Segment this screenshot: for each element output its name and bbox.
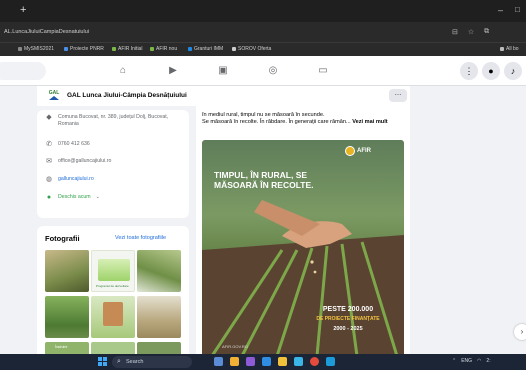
minimize-icon[interactable]: – xyxy=(498,5,503,15)
gaming-icon[interactable]: ▭ xyxy=(316,64,330,78)
photo-thumbnail[interactable] xyxy=(45,250,89,292)
edge-icon[interactable] xyxy=(262,357,271,366)
post-image[interactable]: AFIR Timpul, în rural, se măsoară în rec… xyxy=(202,140,404,356)
bookmark-item[interactable]: AFIR nou xyxy=(150,46,177,52)
email-text[interactable]: office@galluncajiului.ro xyxy=(58,158,111,165)
menu-grid-icon[interactable]: ⋮ xyxy=(460,62,478,80)
bookmark-item[interactable]: SOROV Oferta xyxy=(232,46,271,52)
wifi-icon[interactable]: ◠ xyxy=(477,358,481,364)
notifications-icon[interactable]: ♪ xyxy=(504,62,522,80)
hours-status[interactable]: Deschis acum xyxy=(58,194,91,201)
location-icon: ◆ xyxy=(46,114,52,121)
phone-row: ✆ 0760 412 636 xyxy=(45,141,90,149)
address-bar[interactable]: AL.LuncaJiuluiCampiaDesnatuiului ⊟ ☆ ⧉ xyxy=(0,22,526,42)
bookmark-item[interactable]: MySMIS2021 xyxy=(18,46,54,52)
store-icon[interactable] xyxy=(294,357,303,366)
photo-caption: Înșiruire xyxy=(55,345,68,349)
address-text: Comuna Bucovat, nr. 389, județul Dolj, B… xyxy=(58,114,169,127)
post-text-line: în mediul rural, timpul nu se măsoară în… xyxy=(202,112,325,118)
messenger-icon[interactable]: ● xyxy=(482,62,500,80)
app-icon[interactable] xyxy=(246,357,255,366)
photo-thumbnail[interactable] xyxy=(137,296,181,338)
page-name[interactable]: GAL Lunca Jiului-Câmpia Desnățuiului xyxy=(67,92,187,99)
url-text[interactable]: AL.LuncaJiuluiCampiaDesnatuiului xyxy=(4,29,89,35)
clock-icon: ● xyxy=(46,194,52,201)
afir-brand: AFIR xyxy=(357,148,371,154)
bookmarks-bar: MySMIS2021 Proiecte PNRR AFIR Initial AF… xyxy=(0,42,526,56)
page-logo[interactable]: GAL xyxy=(47,88,61,102)
chevron-down-icon[interactable]: ⌄ xyxy=(96,194,100,201)
browser-tab-bar: + – □ xyxy=(0,0,526,22)
bookmark-item[interactable]: AFIR Initial xyxy=(112,46,142,52)
bookmark-item[interactable]: Granturi IMM xyxy=(188,46,223,52)
page-header: GAL GAL Lunca Jiului-Câmpia Desnățuiului… xyxy=(37,86,410,106)
clock-text[interactable]: 2: xyxy=(486,358,490,364)
post-image-stat-label: DE PROIECTE FINANȚATE xyxy=(316,316,380,322)
svg-text:GAL: GAL xyxy=(49,90,60,96)
globe-icon: ◍ xyxy=(45,176,53,183)
windows-start-icon[interactable] xyxy=(98,357,108,367)
groups-icon[interactable]: ◎ xyxy=(266,64,280,78)
see-all-photos-link[interactable]: Vezi toate fotografiile xyxy=(115,235,166,241)
photos-title: Fotografii xyxy=(45,234,80,243)
app-icon[interactable] xyxy=(326,357,335,366)
maximize-icon[interactable]: □ xyxy=(515,5,520,14)
email-icon: ✉ xyxy=(46,158,52,165)
website-link[interactable]: galluncajiului.ro xyxy=(58,176,94,183)
photo-thumbnail[interactable] xyxy=(45,296,89,338)
facebook-search[interactable] xyxy=(0,62,46,80)
star-icon[interactable]: ☆ xyxy=(468,28,474,36)
taskbar-search[interactable]: Search xyxy=(112,356,192,368)
windows-taskbar: Search ⌃ ENG ◠ 2: xyxy=(0,354,526,370)
post-image-headline: Timpul, în rural, se măsoară în recolte. xyxy=(214,170,314,190)
chevron-up-icon[interactable]: ⌃ xyxy=(452,358,456,364)
phone-icon: ✆ xyxy=(46,141,52,148)
more-options-button[interactable]: … xyxy=(389,89,407,102)
post-text: în mediul rural, timpul nu se măsoară în… xyxy=(202,112,402,126)
facebook-nav: ⌂ ▶ ▣ ◎ ▭ ⋮ ● ♪ xyxy=(0,56,526,86)
photo-thumbnail[interactable] xyxy=(137,250,181,292)
intro-card: ◆ Comuna Bucovat, nr. 389, județul Dolj,… xyxy=(37,110,189,218)
chrome-icon[interactable] xyxy=(310,357,319,366)
see-more-link[interactable]: Vezi mai mult xyxy=(352,119,387,125)
photo-thumbnail-caption: Programul de dezvoltare xyxy=(96,284,129,288)
chevron-right-icon[interactable]: › xyxy=(514,324,526,340)
marketplace-icon[interactable]: ▣ xyxy=(216,64,230,78)
folder-icon[interactable] xyxy=(278,357,287,366)
bookmark-item[interactable]: Proiecte PNRR xyxy=(64,46,104,52)
afir-seal-icon xyxy=(345,146,355,156)
all-bookmarks[interactable]: All bo xyxy=(500,46,519,52)
post-text-line: Se măsoară în recolte. În răbdare. În ge… xyxy=(202,119,351,125)
address-bar-actions: ⊟ ☆ ⧉ xyxy=(452,28,489,36)
extensions-icon[interactable]: ⧉ xyxy=(484,28,489,36)
website-row: ◍ galluncajiului.ro xyxy=(45,176,94,184)
post-image-stat: PESTE 200.000 xyxy=(322,306,374,313)
translate-icon[interactable]: ⊟ xyxy=(452,28,458,36)
afir-logo: AFIR xyxy=(345,146,371,156)
address-row: ◆ Comuna Bucovat, nr. 389, județul Dolj,… xyxy=(45,114,176,128)
post-image-footer: AFIR.GOV.RO xyxy=(222,344,248,349)
photos-card: Fotografii Vezi toate fotografiile Progr… xyxy=(37,226,189,356)
hours-row: ● Deschis acum ⌄ xyxy=(45,194,100,202)
file-explorer-icon[interactable] xyxy=(214,357,223,366)
system-tray: ⌃ ENG ◠ 2: xyxy=(452,358,491,364)
email-row: ✉ office@galluncajiului.ro xyxy=(45,158,111,166)
app-icon[interactable] xyxy=(230,357,239,366)
photo-thumbnail[interactable]: Programul de dezvoltare xyxy=(91,250,135,292)
photo-thumbnail[interactable] xyxy=(91,296,135,338)
phone-text[interactable]: 0760 412 636 xyxy=(58,141,90,148)
home-icon[interactable]: ⌂ xyxy=(116,64,130,78)
post-card: în mediul rural, timpul nu se măsoară în… xyxy=(196,106,410,356)
post-image-years: 2000 - 2025 xyxy=(333,326,363,332)
new-tab-icon[interactable]: + xyxy=(20,4,30,16)
language-indicator[interactable]: ENG xyxy=(461,358,472,364)
video-icon[interactable]: ▶ xyxy=(166,64,180,78)
